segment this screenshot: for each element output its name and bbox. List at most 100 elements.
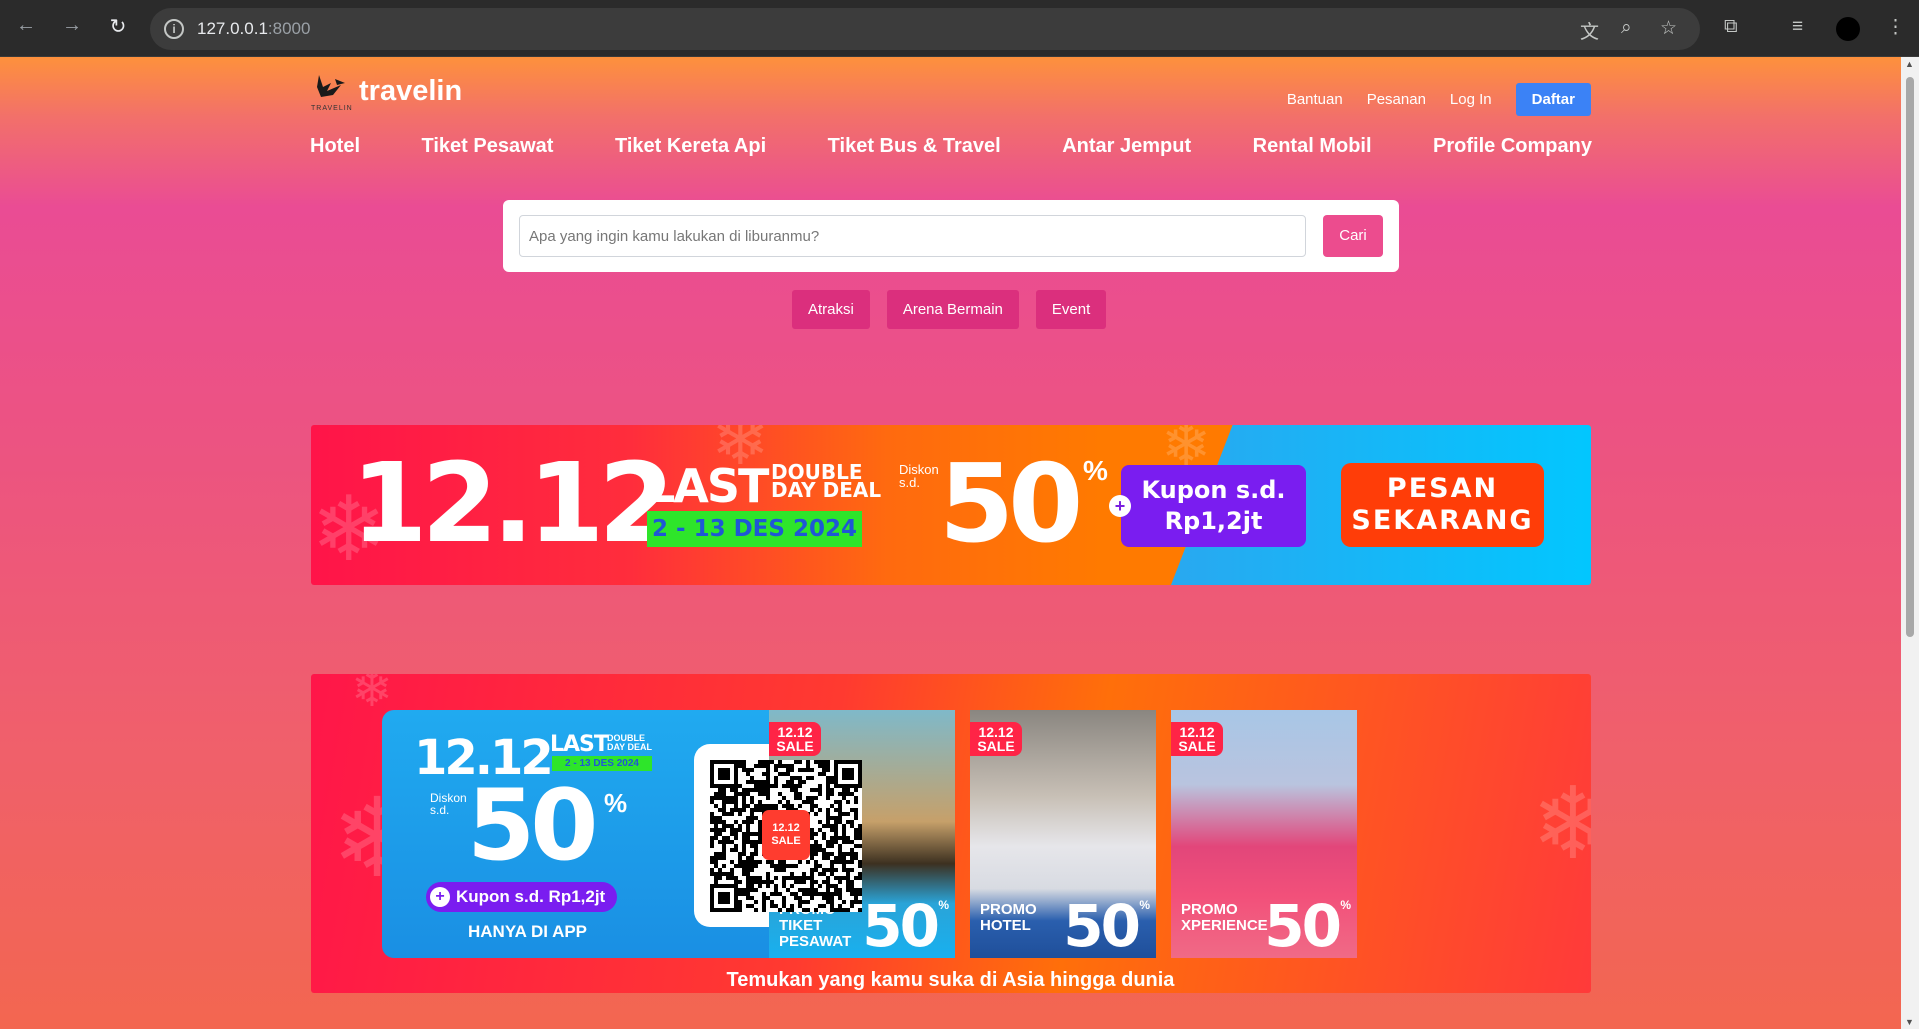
category-chips: Atraksi Arena Bermain Event (792, 290, 1107, 329)
snowflake-icon: ❄ (351, 674, 393, 717)
sd-text: s.d. (430, 803, 450, 817)
kupon-line2: Rp1,2jt (1164, 507, 1263, 535)
banner-diskon: Diskon s.d. (899, 463, 939, 489)
address-bar[interactable]: i 127.0.0.1:8000 文 ⌕ ☆ (150, 8, 1700, 50)
daydeal-text: DAY DEAL (771, 478, 882, 502)
bird-logo-icon: TRAVELIN (311, 73, 357, 119)
chip-arena-bermain[interactable]: Arena Bermain (886, 290, 1019, 329)
profile-avatar[interactable] (1836, 17, 1860, 41)
cta-line2: SEKARANG (1351, 505, 1534, 536)
logo-text: travelin (359, 75, 463, 107)
sale-line2: SALE (1178, 738, 1216, 754)
section-tagline: Temukan yang kamu suka di Asia hingga du… (726, 969, 1175, 991)
label-line1: PROMO (980, 901, 1037, 918)
translate-icon[interactable]: 文 (1580, 17, 1599, 44)
kupon-line1: Kupon s.d. (1141, 476, 1286, 504)
app-double-day-deal: DOUBLE DAY DEAL (607, 734, 652, 752)
sale-line2: SALE (977, 738, 1015, 754)
logo[interactable]: TRAVELIN travelin (311, 73, 462, 119)
sd-text: s.d. (899, 475, 920, 490)
sale-line1: 12.12 (777, 724, 813, 740)
scroll-up-icon[interactable]: ▲ (1905, 59, 1914, 69)
promo-card-hotel[interactable]: 12.12 SALE PROMO HOTEL 50 % (970, 710, 1156, 958)
promo-percent: % (938, 898, 949, 912)
sale-badge: 12.12 SALE (970, 722, 1022, 756)
sale-line1: 12.12 (978, 724, 1014, 740)
label-line2: HOTEL (980, 917, 1031, 934)
promo-banner-1212[interactable]: ❄ ❄ ❄ 12.12 LAST DOUBLE DAY DEAL 2 - 13 D… (311, 425, 1591, 585)
daydeal-text: DAY DEAL (607, 742, 653, 752)
promo-banner-app[interactable]: ❄ ❄ ❄ 12.12 LAST DOUBLE DAY DEAL 2 - 13 D… (311, 674, 1591, 993)
promo-label: PROMO HOTEL (980, 902, 1037, 934)
url-port: :8000 (267, 19, 311, 38)
search-box: Cari (503, 200, 1399, 272)
plus-icon: + (430, 887, 450, 907)
site-info-icon[interactable]: i (164, 19, 184, 39)
nav-antar-jemput[interactable]: Antar Jemput (1062, 135, 1191, 158)
nav-hotel[interactable]: Hotel (310, 135, 360, 158)
nav-tiket-pesawat[interactable]: Tiket Pesawat (422, 135, 554, 158)
qr-sale-badge: 12.12 SALE (762, 810, 810, 860)
app-last-text: LAST (550, 732, 609, 757)
promo-card-xperience[interactable]: 12.12 SALE PROMO XPERIENCE 50 % (1171, 710, 1357, 958)
badge-line2: SALE (771, 835, 801, 847)
label-line1: PROMO (1181, 901, 1238, 918)
menu-icon[interactable]: ⋮ (1886, 16, 1905, 39)
url-host: 127.0.0.1 (197, 19, 268, 38)
search-button[interactable]: Cari (1323, 215, 1383, 257)
signup-button[interactable]: Daftar (1515, 83, 1591, 116)
scroll-down-icon[interactable]: ▼ (1905, 1017, 1914, 1027)
link-login[interactable]: Log In (1450, 91, 1492, 108)
label-line2: TIKET (779, 917, 823, 934)
banner-double-day-deal: DOUBLE DAY DEAL (771, 462, 882, 502)
page: TRAVELIN travelin Bantuan Pesanan Log In… (0, 57, 1901, 1029)
app-percent: % (604, 788, 628, 818)
zoom-icon[interactable]: ⌕ (1621, 17, 1632, 39)
banner-date: 2 - 13 DES 2024 (647, 511, 862, 547)
promo-value: 50 (1264, 892, 1342, 958)
banner-1212-text: 12.12 (351, 439, 675, 567)
forward-icon[interactable]: → (58, 14, 86, 37)
sale-line1: 12.12 (1179, 724, 1215, 740)
app-diskon: Diskon s.d. (430, 792, 467, 816)
promo-label: PROMO XPERIENCE (1181, 902, 1268, 934)
cta-line1: PESAN (1386, 473, 1499, 504)
app-only-text: HANYA DI APP (468, 922, 588, 941)
promo-percent: % (1340, 898, 1351, 912)
bookmark-star-icon[interactable]: ☆ (1660, 17, 1677, 40)
nav-rental-mobil[interactable]: Rental Mobil (1253, 135, 1372, 158)
extensions-icon[interactable]: ⧉ (1724, 16, 1738, 38)
label-line3: PESAWAT (779, 933, 852, 950)
kupon-text: Kupon s.d. Rp1,2jt (456, 887, 606, 906)
banner-discount-value: 50 (939, 442, 1083, 567)
pesan-sekarang-button[interactable]: PESAN SEKARANG (1341, 463, 1544, 547)
nav-tiket-kereta[interactable]: Tiket Kereta Api (615, 135, 766, 158)
promo-percent: % (1139, 898, 1150, 912)
plus-icon: + (1109, 495, 1131, 517)
search-input[interactable] (519, 215, 1306, 257)
link-pesanan[interactable]: Pesanan (1367, 91, 1426, 108)
label-line2: XPERIENCE (1181, 917, 1268, 934)
promo-value: 50 (1063, 892, 1141, 958)
page-scrollbar[interactable]: ▲ ▼ (1901, 57, 1919, 1029)
app-kupon: + Kupon s.d. Rp1,2jt (426, 882, 618, 912)
top-links: Bantuan Pesanan Log In Daftar (1287, 83, 1591, 116)
badge-line1: 12.12 (772, 822, 800, 834)
scrollbar-thumb[interactable] (1906, 77, 1914, 637)
nav-bus-travel[interactable]: Tiket Bus & Travel (828, 135, 1001, 158)
main-nav: Hotel Tiket Pesawat Tiket Kereta Api Tik… (310, 135, 1592, 158)
banner-kupon: Kupon s.d. Rp1,2jt (1121, 465, 1306, 547)
qr-code: 12.12 SALE (694, 744, 878, 927)
sale-badge: 12.12 SALE (769, 722, 821, 756)
sale-badge: 12.12 SALE (1171, 722, 1223, 756)
media-icon[interactable]: ≡ (1792, 16, 1803, 38)
reload-icon[interactable]: ↻ (104, 14, 132, 39)
logo-subtext: TRAVELIN (311, 105, 353, 112)
chip-event[interactable]: Event (1035, 290, 1107, 329)
back-icon[interactable]: ← (12, 14, 40, 37)
chip-atraksi[interactable]: Atraksi (792, 290, 870, 329)
link-bantuan[interactable]: Bantuan (1287, 91, 1343, 108)
nav-profile-company[interactable]: Profile Company (1433, 135, 1592, 158)
banner-percent: % (1083, 455, 1108, 486)
sale-line2: SALE (776, 738, 814, 754)
